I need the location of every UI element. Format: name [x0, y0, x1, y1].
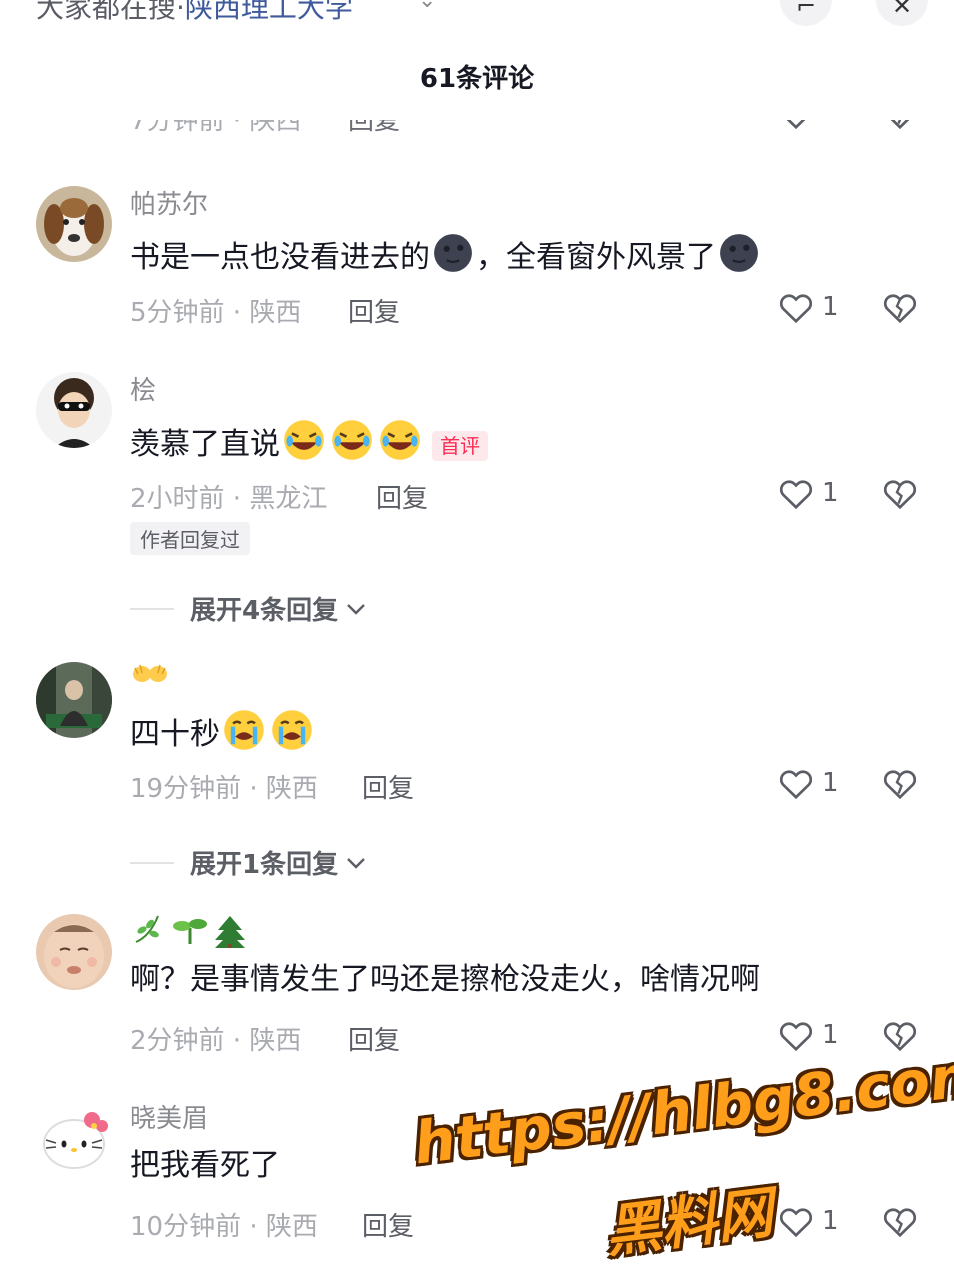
- close-icon: ✕: [891, 0, 913, 20]
- reply-button[interactable]: 回复: [362, 1206, 414, 1243]
- avatar[interactable]: [36, 1100, 112, 1176]
- reply-button[interactable]: 回复: [348, 1020, 400, 1057]
- expand-replies-button[interactable]: 展开1条回复: [130, 844, 368, 881]
- new-moon-face-emoji: [718, 232, 760, 285]
- close-button[interactable]: ✕: [876, 0, 928, 26]
- hello-kitty-avatar: [36, 1100, 112, 1176]
- comment-text: 羡慕了直说 首评: [130, 418, 488, 473]
- comment-text-part: ，全看窗外风景了: [476, 240, 716, 275]
- reply-button[interactable]: 回复: [376, 478, 428, 515]
- chevron-down-icon: [347, 603, 365, 615]
- avatar[interactable]: [36, 186, 112, 262]
- comment-count-title: 61条评论: [419, 64, 535, 94]
- broken-heart-icon: [883, 480, 917, 510]
- expand-icon: ⌐: [795, 0, 817, 20]
- like-button[interactable]: 1: [778, 290, 839, 324]
- comment-meta: 2小时前 · 黑龙江: [130, 484, 328, 514]
- beagle-dog-avatar: [36, 186, 112, 262]
- comment-text: 书是一点也没看进去的 ，全看窗外风景了: [130, 232, 762, 285]
- dislike-button[interactable]: [882, 766, 918, 804]
- heart-icon: [779, 770, 813, 800]
- rolling-laughing-emoji: [282, 418, 326, 473]
- gym-photo-avatar: [36, 662, 112, 738]
- search-suggestion-link[interactable]: 陕西理工大学: [185, 0, 353, 24]
- divider: [130, 861, 174, 864]
- dislike-button[interactable]: [882, 476, 918, 514]
- crying-tears-emoji: [270, 708, 314, 763]
- avatar[interactable]: [36, 914, 112, 990]
- comment-meta: 10分钟前 · 陕西: [130, 1212, 318, 1242]
- search-suggestion[interactable]: 大家都在搜·陕西理工大学: [36, 0, 353, 26]
- fullscreen-button[interactable]: ⌐: [780, 0, 832, 26]
- watermark: https://hlbg8.com 黑料网: [410, 1039, 954, 1270]
- watermark-url: https://hlbg8.com: [410, 1039, 954, 1178]
- comment-meta: 19分钟前 · 陕西: [130, 774, 318, 804]
- rolling-laughing-emoji: [378, 418, 422, 473]
- heart-icon: [779, 294, 813, 324]
- like-count: 1: [822, 292, 839, 322]
- username[interactable]: 晓美眉: [130, 1098, 208, 1135]
- like-button[interactable]: 1: [778, 766, 839, 800]
- new-moon-face-emoji: [432, 232, 474, 285]
- expand-replies-label: 展开4条回复: [190, 596, 339, 626]
- like-count: 1: [822, 768, 839, 798]
- username[interactable]: 桧: [130, 370, 156, 407]
- like-count: 1: [822, 478, 839, 508]
- chevron-down-icon[interactable]: ⌄: [418, 0, 436, 13]
- comment-text-part: 羡慕了直说: [130, 427, 280, 462]
- heart-icon: [779, 1022, 813, 1052]
- broken-heart-icon: [883, 294, 917, 324]
- comments-header: 大家都在搜·陕西理工大学 ⌄ ⌐ ✕ 61条评论: [0, 0, 954, 120]
- comment-text-part: 书是一点也没看进去的: [130, 240, 430, 275]
- username[interactable]: [130, 660, 170, 693]
- avatar[interactable]: [36, 662, 112, 738]
- search-suggestion-prefix: 大家都在搜·: [36, 0, 185, 24]
- reply-button[interactable]: 回复: [362, 768, 414, 805]
- comment-text-part: 四十秒: [130, 717, 220, 752]
- author-replied-tag: 作者回复过: [130, 522, 250, 555]
- like-button[interactable]: 1: [778, 1018, 839, 1052]
- crying-tears-emoji: [222, 708, 266, 763]
- herb-seedling-tree-emoji: [135, 915, 245, 948]
- divider: [130, 607, 174, 610]
- comment-text: 啊？是事情发生了吗还是擦枪没走火，啥情况啊: [130, 962, 760, 997]
- avatar[interactable]: [36, 372, 112, 448]
- watermark-name: 黑料网: [601, 1180, 777, 1266]
- broken-heart-icon: [883, 770, 917, 800]
- baby-face-avatar: [36, 914, 112, 990]
- broken-heart-icon: [883, 1022, 917, 1052]
- username[interactable]: [130, 912, 250, 955]
- open-hands-emoji: [133, 664, 167, 682]
- heart-icon: [779, 480, 813, 510]
- masked-cartoon-avatar: [36, 372, 112, 448]
- like-count: 1: [822, 1020, 839, 1050]
- expand-replies-button[interactable]: 展开4条回复: [130, 590, 368, 627]
- expand-replies-label: 展开1条回复: [190, 850, 339, 880]
- dislike-button[interactable]: [882, 290, 918, 328]
- comment-text: 把我看死了: [130, 1148, 280, 1183]
- first-comment-badge: 首评: [432, 430, 488, 461]
- rolling-laughing-emoji: [330, 418, 374, 473]
- reply-button[interactable]: 回复: [348, 292, 400, 329]
- like-button[interactable]: 1: [778, 476, 839, 510]
- chevron-down-icon: [347, 857, 365, 869]
- comment-meta: 2分钟前 · 陕西: [130, 1026, 302, 1056]
- comment-meta: 5分钟前 · 陕西: [130, 298, 302, 328]
- comment-text: 四十秒: [130, 708, 316, 763]
- username[interactable]: 帕苏尔: [130, 184, 208, 221]
